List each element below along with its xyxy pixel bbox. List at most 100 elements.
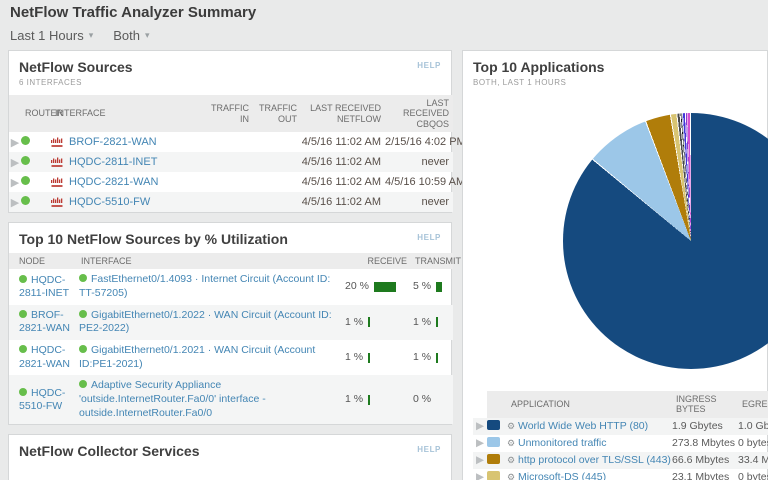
router-link[interactable]: HQDC-2821-WAN [69, 176, 158, 188]
expand-chevron-icon[interactable]: ▶ [9, 132, 21, 152]
chevron-down-icon: ▾ [89, 30, 94, 41]
router-link[interactable]: HQDC-5510-FW [69, 196, 150, 208]
application-link[interactable]: http protocol over TLS/SSL (443) [518, 454, 671, 466]
help-link[interactable]: HELP [417, 61, 441, 70]
traffic-out-value [253, 152, 301, 172]
router-link[interactable]: BROF-2821-WAN [69, 136, 157, 148]
last-cbqos-value: never [385, 192, 453, 212]
status-up-icon [21, 156, 30, 165]
utilization-bar [436, 353, 438, 363]
traffic-out-value [253, 192, 301, 212]
col-node: NODE [9, 253, 77, 269]
top-applications-table: APPLICATION INGRESS BYTES EGRESS BYTES ▶… [473, 391, 768, 480]
panel-subtitle: 6 INTERFACES [19, 78, 441, 87]
table-header-row: ROUTER INTERFACE TRAFFIC IN TRAFFIC OUT … [9, 95, 453, 132]
table-header-row: APPLICATION INGRESS BYTES EGRESS BYTES [473, 391, 768, 418]
status-up-icon [19, 345, 27, 353]
table-row: ▶ ⚙ http protocol over TLS/SSL (443) 66.… [473, 452, 768, 469]
direction-dropdown[interactable]: Both ▾ [113, 28, 149, 43]
help-link[interactable]: HELP [417, 233, 441, 242]
receive-percent: 20 % [345, 281, 369, 293]
top-sources-panel: Top 10 NetFlow Sources by % Utilization … [8, 222, 452, 425]
transmit-percent: 1 % [413, 352, 431, 364]
utilization-bar [436, 317, 438, 327]
utilization-bar [368, 395, 370, 405]
col-ingress: INGRESS BYTES [672, 391, 738, 418]
gear-icon[interactable]: ⚙ [507, 421, 515, 431]
table-header-row: NODE INTERFACE RECEIVE TRANSMIT [9, 253, 453, 269]
egress-bytes: 1.0 Gb [738, 418, 768, 435]
table-row: ▶ HQDC-2821-WAN 4/5/16 11:02 AM 4/5/16 1… [9, 172, 453, 192]
application-link[interactable]: World Wide Web HTTP (80) [518, 420, 648, 432]
ingress-bytes: 23.1 Mbytes [672, 469, 738, 480]
expand-chevron-icon[interactable]: ▶ [9, 172, 21, 192]
interface-link[interactable]: Adaptive Security Appliance 'outside.Int… [79, 379, 266, 418]
transmit-percent: 5 % [413, 281, 431, 293]
expand-chevron-icon[interactable]: ▶ [473, 435, 487, 452]
traffic-out-value [253, 172, 301, 192]
interface-link[interactable]: FastEthernet0/1.4093 · Internet Circuit … [79, 273, 330, 299]
traffic-in-value [203, 132, 253, 152]
status-up-icon [19, 310, 27, 318]
receive-percent: 1 % [345, 352, 363, 364]
interface-link[interactable]: GigabitEthernet0/1.2021 · WAN Circuit (A… [79, 344, 315, 370]
cisco-logo-icon [51, 197, 64, 208]
status-up-icon [79, 310, 87, 318]
col-last-cbqos: LAST RECEIVED CBQOS [385, 95, 453, 132]
col-application: APPLICATION [507, 391, 672, 418]
top-applications-panel: Top 10 Applications BOTH, LAST 1 HOURS A… [462, 50, 768, 480]
help-link[interactable]: HELP [417, 445, 441, 454]
col-receive: RECEIVE [343, 253, 411, 269]
egress-bytes: 33.4 Mb [738, 452, 768, 469]
last-cbqos-value: never [385, 152, 453, 172]
last-cbqos-value: 2/15/16 4:02 PM [385, 132, 453, 152]
application-link[interactable]: Unmonitored traffic [518, 437, 607, 449]
panel-title: Top 10 NetFlow Sources by % Utilization [19, 231, 441, 247]
page-title: NetFlow Traffic Analyzer Summary [10, 4, 256, 21]
utilization-bar [374, 282, 396, 292]
ingress-bytes: 66.6 Mbytes [672, 452, 738, 469]
table-row: ▶ HQDC-2811-INET 4/5/16 11:02 AM never [9, 152, 453, 172]
expand-chevron-icon[interactable]: ▶ [473, 452, 487, 469]
expand-chevron-icon[interactable]: ▶ [473, 418, 487, 435]
router-link[interactable]: HQDC-2811-INET [69, 156, 157, 168]
gear-icon[interactable]: ⚙ [507, 438, 515, 448]
direction-value: Both [113, 28, 140, 43]
applications-pie-chart[interactable] [563, 113, 768, 369]
table-row: BROF-2821-WAN GigabitEthernet0/1.2022 · … [9, 305, 453, 340]
gear-icon[interactable]: ⚙ [507, 455, 515, 465]
traffic-in-value [203, 172, 253, 192]
table-row: ▶ ⚙ Microsoft-DS (445) 23.1 Mbytes 0 byt… [473, 469, 768, 480]
traffic-out-value [253, 132, 301, 152]
last-netflow-value: 4/5/16 11:02 AM [301, 132, 385, 152]
last-netflow-value: 4/5/16 11:02 AM [301, 192, 385, 212]
time-period-dropdown[interactable]: Last 1 Hours ▾ [10, 28, 93, 43]
interface-link[interactable]: GigabitEthernet0/1.2022 · WAN Circuit (A… [79, 309, 332, 335]
col-traffic-in: TRAFFIC IN [203, 95, 253, 132]
panel-title: NetFlow Collector Services [19, 443, 441, 459]
egress-bytes: 0 bytes [738, 435, 768, 452]
transmit-percent: 1 % [413, 317, 431, 329]
gear-icon[interactable]: ⚙ [507, 472, 515, 480]
panel-title: NetFlow Sources [19, 59, 441, 75]
status-up-icon [21, 176, 30, 185]
application-link[interactable]: Microsoft-DS (445) [518, 471, 606, 480]
utilization-bar [368, 317, 370, 327]
col-traffic-out: TRAFFIC OUT [253, 95, 301, 132]
expand-chevron-icon[interactable]: ▶ [473, 469, 487, 480]
status-up-icon [21, 136, 30, 145]
cisco-logo-icon [51, 157, 64, 168]
cisco-logo-icon [51, 177, 64, 188]
utilization-bar [436, 282, 442, 292]
time-period-value: Last 1 Hours [10, 28, 84, 43]
last-netflow-value: 4/5/16 11:02 AM [301, 152, 385, 172]
col-egress: EGRESS BYTES [738, 391, 768, 418]
table-row: HQDC-2821-WAN GigabitEthernet0/1.2021 · … [9, 340, 453, 375]
status-up-icon [79, 274, 87, 282]
receive-percent: 1 % [345, 317, 363, 329]
expand-chevron-icon[interactable]: ▶ [9, 152, 21, 172]
ingress-bytes: 273.8 Mbytes [672, 435, 738, 452]
status-up-icon [21, 196, 30, 205]
expand-chevron-icon[interactable]: ▶ [9, 192, 21, 212]
panel-title: Top 10 Applications [473, 59, 757, 75]
